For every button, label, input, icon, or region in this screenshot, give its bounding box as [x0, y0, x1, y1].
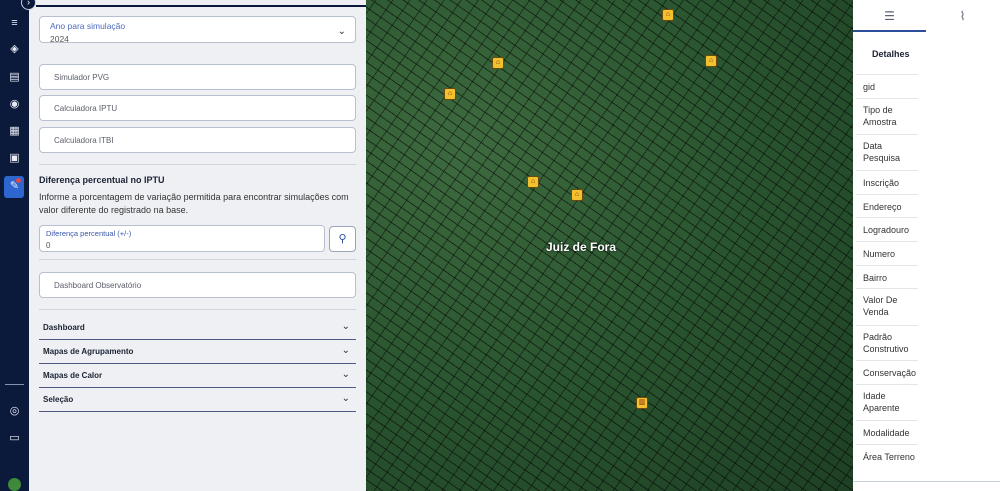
- grid-icon[interactable]: ▦: [7, 124, 22, 139]
- icon-rail: ≡ ◈ ▤ ◉ ▦ ▣ ✎ ◎ ▭: [0, 0, 29, 491]
- simulador-pvg-button[interactable]: Simulador PVG: [39, 64, 356, 90]
- simulador-pvg-label: Simulador PVG: [54, 73, 110, 82]
- calculadora-itbi-label: Calculadora ITBI: [54, 136, 114, 145]
- year-select-value: 2024: [50, 34, 69, 44]
- layers-icon[interactable]: ◈: [7, 42, 22, 57]
- earth-icon: [8, 478, 21, 491]
- attr-label: Padrão Construtivo: [863, 332, 909, 354]
- accordion-dashboard-label: Dashboard: [43, 323, 85, 332]
- building-marker-icon[interactable]: ▥: [636, 397, 648, 409]
- attr-label: Valor De Venda: [863, 295, 898, 317]
- attr-row: Modalidade: [856, 420, 918, 444]
- section-divider: [39, 164, 356, 165]
- house-marker-icon[interactable]: ⌂: [662, 9, 674, 21]
- details-title: Detalhes: [872, 49, 910, 59]
- search-button[interactable]: ⚲: [329, 226, 356, 252]
- chevron-down-icon: ⌄: [341, 321, 350, 332]
- section-divider-3: [39, 309, 356, 310]
- section-divider-2: [39, 259, 356, 260]
- attr-row: gid: [856, 74, 918, 98]
- notification-dot: [16, 178, 21, 183]
- attr-row: Valor De Venda: [856, 288, 918, 325]
- calculadora-iptu-button[interactable]: Calculadora IPTU: [39, 95, 356, 121]
- chevron-down-icon: ⌄: [341, 345, 350, 356]
- attr-row: Padrão Construtivo: [856, 325, 918, 360]
- dashboard-observatorio-label: Dashboard Observatório: [54, 281, 142, 290]
- accordion-selecao-label: Seleção: [43, 395, 74, 404]
- details-panel: ☰ ⌇ Detalhes gid Tipo de Amostra Data Pe…: [853, 0, 1000, 491]
- book-icon[interactable]: ▤: [7, 70, 22, 85]
- menu-icon[interactable]: ≡: [7, 16, 22, 31]
- user-circle-icon[interactable]: ◎: [7, 404, 22, 419]
- map-icon[interactable]: ▣: [7, 151, 22, 166]
- diff-percent-value: 0: [46, 241, 51, 250]
- attr-label: Endereço: [863, 202, 902, 212]
- accordion-mapas-agrupamento-label: Mapas de Agrupamento: [43, 347, 134, 356]
- satellite-map[interactable]: ⌂ ⌂ ⌂ ⌂ ⌂ ⌂ ▥ Juiz de Fora: [366, 0, 853, 491]
- search-icon: ⚲: [338, 233, 347, 245]
- attr-row: Logradouro: [856, 217, 918, 241]
- house-marker-icon[interactable]: ⌂: [492, 57, 504, 69]
- attr-row: Idade Aparente: [856, 384, 918, 420]
- house-marker-icon[interactable]: ⌂: [571, 189, 583, 201]
- app-root: ≡ ◈ ▤ ◉ ▦ ▣ ✎ ◎ ▭ › Ano para simulação 2…: [0, 0, 1000, 491]
- accordion-mapas-calor-label: Mapas de Calor: [43, 371, 103, 380]
- list-icon: ☰: [884, 9, 895, 23]
- chat-icon[interactable]: ▭: [7, 431, 22, 446]
- attr-row: Conservação: [856, 360, 918, 384]
- rail-divider: [5, 384, 24, 385]
- attr-label: gid: [863, 82, 876, 92]
- chevron-down-icon: ⌄: [337, 26, 346, 37]
- calculadora-itbi-button[interactable]: Calculadora ITBI: [39, 127, 356, 153]
- attr-row: Tipo de Amostra: [856, 98, 918, 134]
- attr-label: Tipo de Amostra: [863, 105, 897, 127]
- attr-label: Idade Aparente: [863, 391, 900, 413]
- house-marker-icon[interactable]: ⌂: [527, 176, 539, 188]
- attr-label: Numero: [863, 249, 896, 259]
- attr-row: Endereço: [856, 194, 918, 217]
- paperclip-icon: ⌇: [959, 9, 966, 23]
- attr-row: Numero: [856, 241, 918, 265]
- accordion-dashboard[interactable]: Dashboard ⌄: [39, 316, 356, 340]
- attr-label: Conservação: [863, 368, 917, 378]
- panel-top-border: [36, 5, 366, 7]
- tab-attachments[interactable]: ⌇: [926, 0, 999, 32]
- details-bottom-border: [853, 481, 1000, 482]
- attr-row: Data Pesquisa: [856, 134, 918, 170]
- attr-row: Inscrição: [856, 170, 918, 194]
- attr-label: Data Pesquisa: [863, 141, 901, 163]
- calculadora-iptu-label: Calculadora IPTU: [54, 104, 118, 113]
- chevron-down-icon: ⌄: [341, 369, 350, 380]
- year-select-label: Ano para simulação: [50, 21, 126, 31]
- attr-label: Modalidade: [863, 428, 910, 438]
- chevron-down-icon: ⌄: [341, 393, 350, 404]
- accordion-mapas-calor[interactable]: Mapas de Calor ⌄: [39, 364, 356, 388]
- diff-percent-input[interactable]: Diferença percentual (+/-) 0: [39, 225, 325, 252]
- diff-section-title: Diferença percentual no IPTU: [39, 175, 165, 185]
- attr-row: Área Terreno: [856, 444, 918, 468]
- diff-percent-label: Diferença percentual (+/-): [46, 229, 132, 238]
- dashboard-observatorio-button[interactable]: Dashboard Observatório: [39, 272, 356, 298]
- attr-label: Área Terreno: [863, 452, 915, 462]
- attr-row: Bairro: [856, 265, 918, 288]
- year-select[interactable]: Ano para simulação 2024 ⌄: [39, 16, 356, 44]
- map-place-label: Juiz de Fora: [546, 240, 617, 254]
- house-marker-icon[interactable]: ⌂: [705, 55, 717, 67]
- attr-label: Inscrição: [863, 178, 900, 188]
- attr-label: Bairro: [863, 273, 888, 283]
- simulation-panel: Ano para simulação 2024 ⌄ Simulador PVG …: [29, 0, 366, 491]
- house-marker-icon[interactable]: ⌂: [444, 88, 456, 100]
- diff-section-text: Informe a porcentagem de variação permit…: [39, 192, 349, 215]
- tab-details[interactable]: ☰: [853, 0, 926, 32]
- accordion-mapas-agrupamento[interactable]: Mapas de Agrupamento ⌄: [39, 340, 356, 364]
- globe-icon[interactable]: ◉: [7, 97, 22, 112]
- accordion-selecao[interactable]: Seleção ⌄: [39, 388, 356, 412]
- attr-label: Logradouro: [863, 225, 910, 235]
